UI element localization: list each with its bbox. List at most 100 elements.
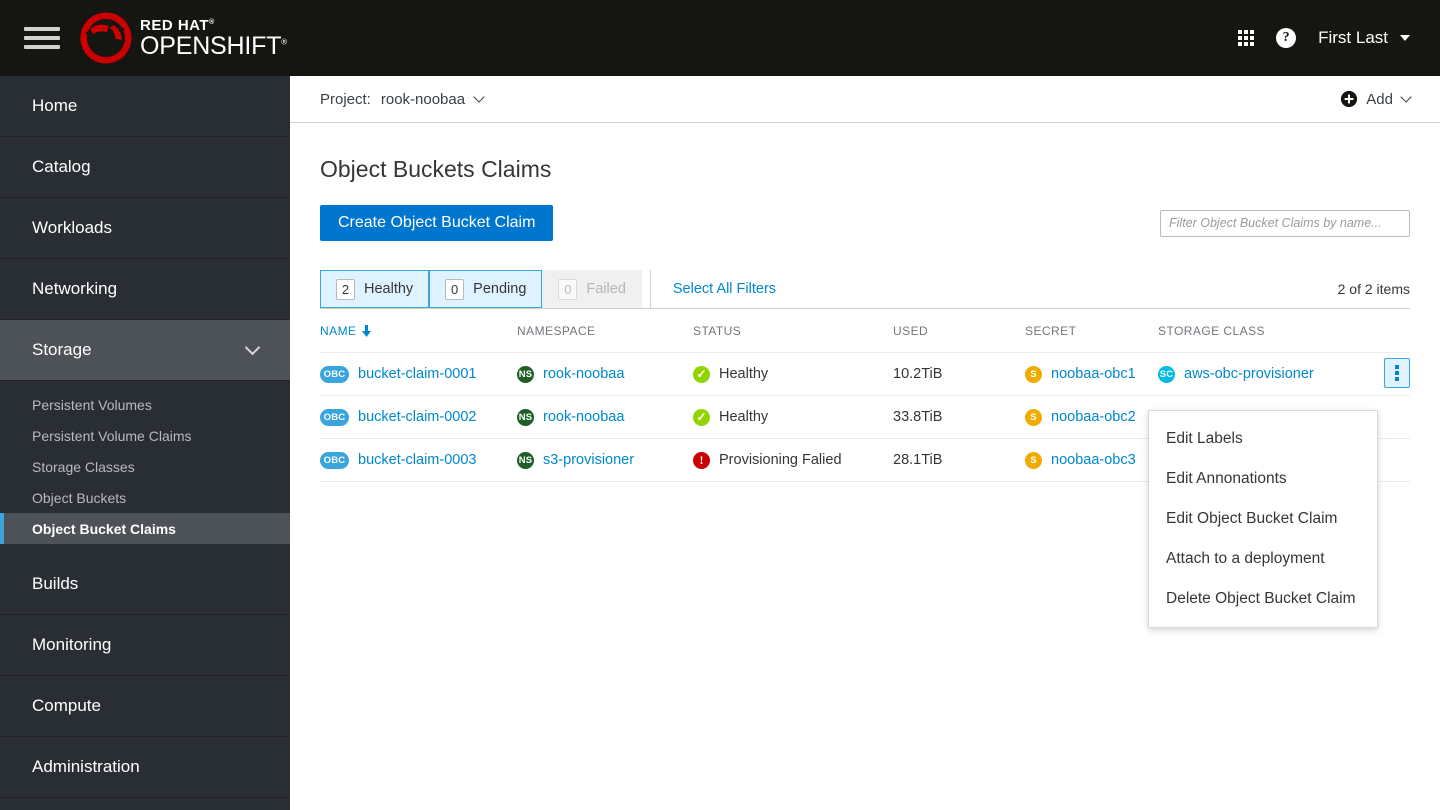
sidebar-item-partial (0, 798, 290, 810)
add-button[interactable]: Add (1341, 90, 1412, 108)
sidebar-item-label: Monitoring (32, 635, 112, 654)
sidebar-item-object-buckets[interactable]: Object Buckets (0, 482, 290, 513)
storage-submenu: Persistent Volumes Persistent Volume Cla… (0, 381, 290, 554)
menu-item-edit-object-bucket-claim[interactable]: Edit Object Bucket Claim (1149, 499, 1377, 539)
cell-secret: S noobaa-obc1 (1025, 365, 1158, 383)
cell-status: ! Provisioning Falied (693, 451, 893, 469)
healthy-check-icon: ✓ (693, 408, 710, 426)
sidebar-item-label: Home (32, 96, 78, 115)
namespace-link[interactable]: s3-provisioner (543, 452, 634, 468)
filter-chip-healthy[interactable]: 2 Healthy (320, 270, 430, 308)
filter-chip-label: Failed (586, 281, 626, 297)
filter-chip-count: 2 (336, 278, 355, 300)
cell-secret: S noobaa-obc3 (1025, 451, 1158, 469)
action-row: Create Object Bucket Claim (290, 183, 1440, 241)
filter-chip-count: 0 (445, 278, 465, 300)
cell-used: 33.8TiB (893, 409, 943, 425)
row-actions-kebab-button[interactable] (1384, 358, 1410, 388)
sidebar-item-compute[interactable]: Compute (0, 676, 290, 737)
column-header-status: STATUS (693, 323, 742, 338)
obc-badge-icon: OBC (320, 451, 349, 469)
cell-status: ✓ Healthy (693, 408, 893, 426)
status-label: Healthy (719, 409, 769, 425)
sidebar-item-label: Compute (32, 696, 101, 715)
column-header-secret: SECRET (1025, 323, 1077, 338)
project-bar: Project: rook-noobaa Add (290, 76, 1440, 123)
cell-namespace: NS s3-provisioner (517, 451, 693, 469)
secret-badge-icon: S (1025, 408, 1042, 426)
ns-badge-icon: NS (517, 365, 534, 383)
secret-link[interactable]: noobaa-obc1 (1051, 366, 1136, 382)
sidebar-item-label: Builds (32, 574, 79, 593)
sidebar-item-workloads[interactable]: Workloads (0, 198, 290, 259)
sidebar-item-label: Catalog (32, 157, 91, 176)
sidebar-item-storage[interactable]: Storage (0, 320, 290, 381)
sidebar-item-object-bucket-claims[interactable]: Object Bucket Claims (0, 513, 290, 544)
obc-name-link[interactable]: bucket-claim-0003 (358, 452, 476, 468)
sidebar-item-label: Workloads (32, 218, 112, 237)
menu-item-edit-labels[interactable]: Edit Labels (1149, 419, 1377, 459)
obc-badge-icon: OBC (320, 408, 349, 426)
column-header-storage-class: STORAGE CLASS (1158, 323, 1265, 338)
row-actions-dropdown-menu: Edit Labels Edit Annonationts Edit Objec… (1148, 410, 1378, 628)
project-value: rook-noobaa (380, 90, 466, 108)
chevron-down-icon (473, 91, 485, 103)
items-count-label: 2 of 2 items (1337, 281, 1410, 297)
status-label: Provisioning Falied (719, 452, 842, 468)
sidebar-item-networking[interactable]: Networking (0, 259, 290, 320)
create-object-bucket-claim-button[interactable]: Create Object Bucket Claim (320, 205, 554, 241)
secret-link[interactable]: noobaa-obc2 (1051, 409, 1136, 425)
sidebar-item-home[interactable]: Home (0, 76, 290, 137)
user-name-label: First Last (1318, 28, 1388, 47)
secret-badge-icon: S (1025, 365, 1042, 383)
column-header-label: NAME (320, 323, 357, 338)
filter-chip-label: Healthy (364, 281, 414, 297)
healthy-check-icon: ✓ (693, 365, 710, 383)
storage-class-badge-icon: SC (1158, 365, 1175, 383)
cell-namespace: NS rook-noobaa (517, 365, 693, 383)
cell-status: ✓ Healthy (693, 365, 893, 383)
storage-class-link[interactable]: aws-obc-provisioner (1184, 366, 1314, 382)
obc-name-link[interactable]: bucket-claim-0002 (358, 409, 476, 425)
chevron-down-icon (1400, 91, 1412, 103)
menu-item-edit-annotations[interactable]: Edit Annonationts (1149, 459, 1377, 499)
main-content: Object Buckets Claims Create Object Buck… (290, 123, 1440, 810)
masthead-right: ? First Last (1238, 28, 1440, 48)
sidebar-subitem-label: Persistent Volumes (32, 396, 152, 413)
project-selector[interactable]: rook-noobaa (380, 90, 485, 108)
sidebar-subitem-label: Object Buckets (32, 489, 127, 506)
sidebar-item-catalog[interactable]: Catalog (0, 137, 290, 198)
namespace-link[interactable]: rook-noobaa (543, 366, 624, 382)
select-all-filters-link[interactable]: Select All Filters (649, 270, 776, 308)
sidebar-item-builds[interactable]: Builds (0, 554, 290, 615)
filter-chip-pending[interactable]: 0 Pending (429, 270, 543, 308)
status-label: Healthy (719, 366, 769, 382)
user-menu[interactable]: First Last (1318, 28, 1410, 48)
menu-item-attach-to-a-deployment[interactable]: Attach to a deployment (1149, 539, 1377, 579)
add-label: Add (1366, 90, 1393, 108)
hamburger-menu-icon[interactable] (24, 24, 60, 52)
masthead: RED HAT® OPENSHIFT® ? First Last (0, 0, 1440, 76)
brand-text: RED HAT® OPENSHIFT® (140, 16, 287, 60)
secret-badge-icon: S (1025, 451, 1042, 469)
cell-secret: S noobaa-obc2 (1025, 408, 1158, 426)
redhat-openshift-logo[interactable]: RED HAT® OPENSHIFT® (78, 12, 287, 64)
column-header-name[interactable]: NAME (320, 324, 517, 338)
grid-apps-icon[interactable] (1238, 30, 1255, 46)
sidebar-item-administration[interactable]: Administration (0, 737, 290, 798)
namespace-link[interactable]: rook-noobaa (543, 409, 624, 425)
sidebar-item-monitoring[interactable]: Monitoring (0, 615, 290, 676)
sidebar-item-persistent-volume-claims[interactable]: Persistent Volume Claims (0, 420, 290, 451)
chevron-down-icon (244, 339, 261, 356)
sidebar-item-persistent-volumes[interactable]: Persistent Volumes (0, 389, 290, 420)
secret-link[interactable]: noobaa-obc3 (1051, 452, 1136, 468)
help-question-icon[interactable]: ? (1276, 28, 1297, 48)
sidebar-item-storage-classes[interactable]: Storage Classes (0, 451, 290, 482)
sidebar-item-label: Administration (32, 757, 140, 776)
menu-item-delete-object-bucket-claim[interactable]: Delete Object Bucket Claim (1149, 579, 1377, 619)
filter-input[interactable] (1160, 209, 1410, 237)
status-filter-chips: 2 Healthy 0 Pending 0 Failed (320, 270, 642, 308)
page-title: Object Buckets Claims (320, 156, 552, 182)
cell-used: 28.1TiB (893, 452, 943, 468)
obc-name-link[interactable]: bucket-claim-0001 (358, 366, 476, 382)
